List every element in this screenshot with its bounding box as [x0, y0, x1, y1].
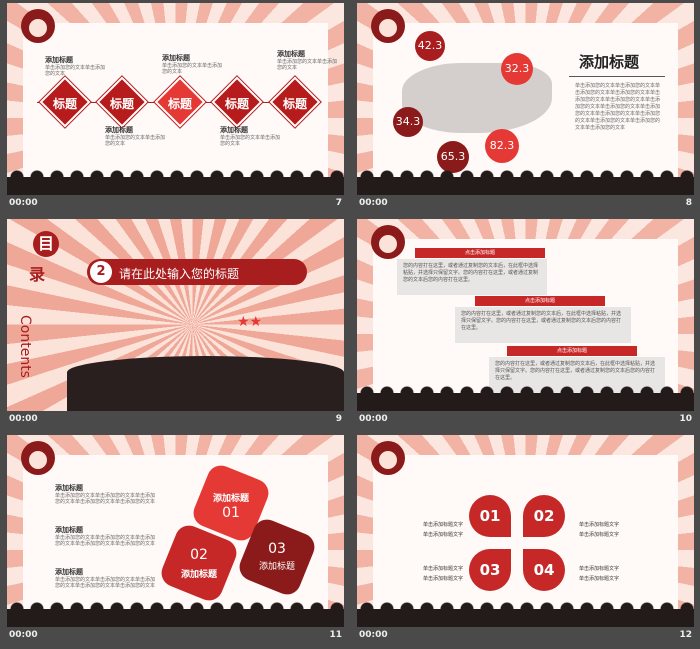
- section-bar: 点击添加标题: [415, 248, 545, 258]
- note-heading: 添加标题: [105, 126, 133, 134]
- star-number: 02: [190, 547, 208, 563]
- petal-label: 单击添加标题文字: [579, 522, 620, 528]
- soldier-avatar-icon: [21, 9, 55, 43]
- content-box: 您的内容打在这里，或者通过复制您的文本后，在此框中选择粘贴，并选择只保留文字。您…: [397, 259, 547, 295]
- note-heading: 添加标题: [220, 126, 248, 134]
- data-bubble: 34.3: [393, 107, 423, 137]
- slide-time: 00:00: [359, 414, 388, 424]
- slide-number: 11: [329, 630, 342, 640]
- petal-02: 02: [523, 495, 565, 537]
- star-title: 添加标题: [212, 494, 249, 504]
- slide-time: 00:00: [359, 630, 388, 640]
- crowd-silhouette: [7, 599, 344, 627]
- toc-char-1: 目: [33, 231, 59, 257]
- slide-thumb-11[interactable]: 添加标题 单击添加您的文本单击添加您的文本单击添加您的文本单击添加您的文本单击添…: [0, 432, 350, 648]
- diamond-label: 标题: [167, 97, 192, 111]
- toc-item-text: 请在此处输入您的标题: [119, 267, 240, 281]
- slide-canvas: 添加标题 单击添加您的文本单击添加您的文本单击添加您的文本单击添加您的文本单击添…: [7, 435, 344, 627]
- petal-label: 单击添加标题文字: [423, 532, 464, 538]
- petal-label: 单击添加标题文字: [579, 532, 620, 538]
- star-title: 添加标题: [180, 570, 217, 580]
- star-number: 03: [268, 541, 286, 557]
- slide-footer: 00:00 7: [7, 197, 344, 211]
- slide-canvas: 目 录 Contents 2 请在此处输入您的标题 ★★: [7, 219, 344, 411]
- note-text: 单击添加您的文本单击添加您的文本: [220, 135, 281, 147]
- content-box: 您的内容打在这里，或者通过复制您的文本后，在此框中选择粘贴，并选择只保留文字。您…: [455, 307, 631, 343]
- note-heading: 添加标题: [45, 56, 73, 64]
- slide-canvas: 标题 标题 标题 标题 标题 添加标题 单击添加您的文本单击添加您的文本 添加标…: [7, 3, 344, 195]
- slide-number: 9: [335, 414, 342, 424]
- note-text: 单击添加您的文本单击添加您的文本: [45, 65, 106, 77]
- note-text: 单击添加您的文本单击添加您的文本: [277, 59, 338, 71]
- crowd-silhouette: [7, 167, 344, 195]
- slide-thumb-9[interactable]: 目 录 Contents 2 请在此处输入您的标题 ★★ 00:00 9: [0, 216, 350, 432]
- slide-time: 00:00: [9, 414, 38, 424]
- title-divider: [569, 76, 665, 77]
- data-bubble: 82.3: [485, 129, 519, 163]
- crowd-silhouette: [357, 383, 694, 411]
- slide-time: 00:00: [9, 630, 38, 640]
- toc-item-number: 2: [90, 261, 112, 283]
- star-title: 添加标题: [258, 562, 295, 572]
- petal-03: 03: [469, 549, 511, 591]
- star-number: 01: [222, 505, 240, 521]
- slide-canvas: 42.3 32.3 34.3 65.3 82.3 添加标题 单击添加您的文本单击…: [357, 3, 694, 195]
- slide-number: 12: [679, 630, 692, 640]
- petal-label: 单击添加标题文字: [423, 566, 464, 572]
- note-text: 单击添加您的文本单击添加您的文本单击添加您的文本单击添加您的文本单击添加您的文本: [55, 577, 156, 589]
- slide-number: 7: [335, 198, 342, 208]
- soldier-avatar-icon: [371, 9, 405, 43]
- note-heading: 添加标题: [55, 484, 83, 492]
- toc-char-2: 录: [29, 265, 46, 284]
- diamond-label: 标题: [52, 97, 77, 111]
- slide-thumb-10[interactable]: 点击添加标题 您的内容打在这里，或者通过复制您的文本后，在此框中选择粘贴，并选择…: [350, 216, 700, 432]
- data-bubble: 32.3: [501, 53, 533, 85]
- petal-01: 01: [469, 495, 511, 537]
- crowd-silhouette: [67, 356, 344, 411]
- slide-thumb-7[interactable]: 标题 标题 标题 标题 标题 添加标题 单击添加您的文本单击添加您的文本 添加标…: [0, 0, 350, 216]
- petal-label: 单击添加标题文字: [423, 576, 464, 582]
- slide-title: 添加标题: [579, 53, 640, 71]
- body-text: 单击添加您的文本单击添加您的文本单击添加您的文本单击添加您的文本单击添加您的文本…: [575, 83, 661, 131]
- slide-number: 8: [685, 198, 692, 208]
- slide-thumbnail-grid: 标题 标题 标题 标题 标题 添加标题 单击添加您的文本单击添加您的文本 添加标…: [0, 0, 700, 649]
- section-bar: 点击添加标题: [475, 296, 605, 306]
- note-text: 单击添加您的文本单击添加您的文本单击添加您的文本单击添加您的文本单击添加您的文本: [55, 535, 156, 547]
- note-heading: 添加标题: [55, 568, 83, 576]
- note-heading: 添加标题: [277, 50, 305, 58]
- slide-footer: 00:00 10: [357, 413, 694, 427]
- slide-time: 00:00: [359, 198, 388, 208]
- slide-footer: 00:00 11: [7, 629, 344, 643]
- soldier-avatar-icon: [371, 225, 405, 259]
- slide-number: 10: [679, 414, 692, 424]
- contents-label: Contents: [17, 315, 33, 378]
- petal-label: 单击添加标题文字: [423, 522, 464, 528]
- crowd-silhouette: [357, 599, 694, 627]
- petal-label: 单击添加标题文字: [579, 566, 620, 572]
- note-text: 单击添加您的文本单击添加您的文本: [105, 135, 166, 147]
- note-heading: 添加标题: [162, 54, 190, 62]
- slide-footer: 00:00 8: [357, 197, 694, 211]
- data-bubble: 42.3: [415, 31, 445, 61]
- soldier-avatar-icon: [371, 441, 405, 475]
- slide-thumb-8[interactable]: 42.3 32.3 34.3 65.3 82.3 添加标题 单击添加您的文本单击…: [350, 0, 700, 216]
- star-icon: ★★: [237, 314, 263, 330]
- soldier-avatar-icon: [21, 441, 55, 475]
- slide-footer: 00:00 12: [357, 629, 694, 643]
- slide-time: 00:00: [9, 198, 38, 208]
- petal-04: 04: [523, 549, 565, 591]
- note-heading: 添加标题: [55, 526, 83, 534]
- note-text: 单击添加您的文本单击添加您的文本: [162, 63, 223, 75]
- diamond-label: 标题: [224, 97, 249, 111]
- slide-canvas: 点击添加标题 您的内容打在这里，或者通过复制您的文本后，在此框中选择粘贴，并选择…: [357, 219, 694, 411]
- crowd-silhouette: [357, 167, 694, 195]
- slide-thumb-12[interactable]: 01 02 03 04 单击添加标题文字 单击添加标题文字 单击添加标题文字 单…: [350, 432, 700, 648]
- section-bar: 点击添加标题: [507, 346, 637, 356]
- note-text: 单击添加您的文本单击添加您的文本单击添加您的文本单击添加您的文本单击添加您的文本: [55, 493, 156, 505]
- petal-label: 单击添加标题文字: [579, 576, 620, 582]
- diamond-label: 标题: [109, 97, 134, 111]
- slide-footer: 00:00 9: [7, 413, 344, 427]
- slide-canvas: 01 02 03 04 单击添加标题文字 单击添加标题文字 单击添加标题文字 单…: [357, 435, 694, 627]
- diamond-label: 标题: [282, 97, 307, 111]
